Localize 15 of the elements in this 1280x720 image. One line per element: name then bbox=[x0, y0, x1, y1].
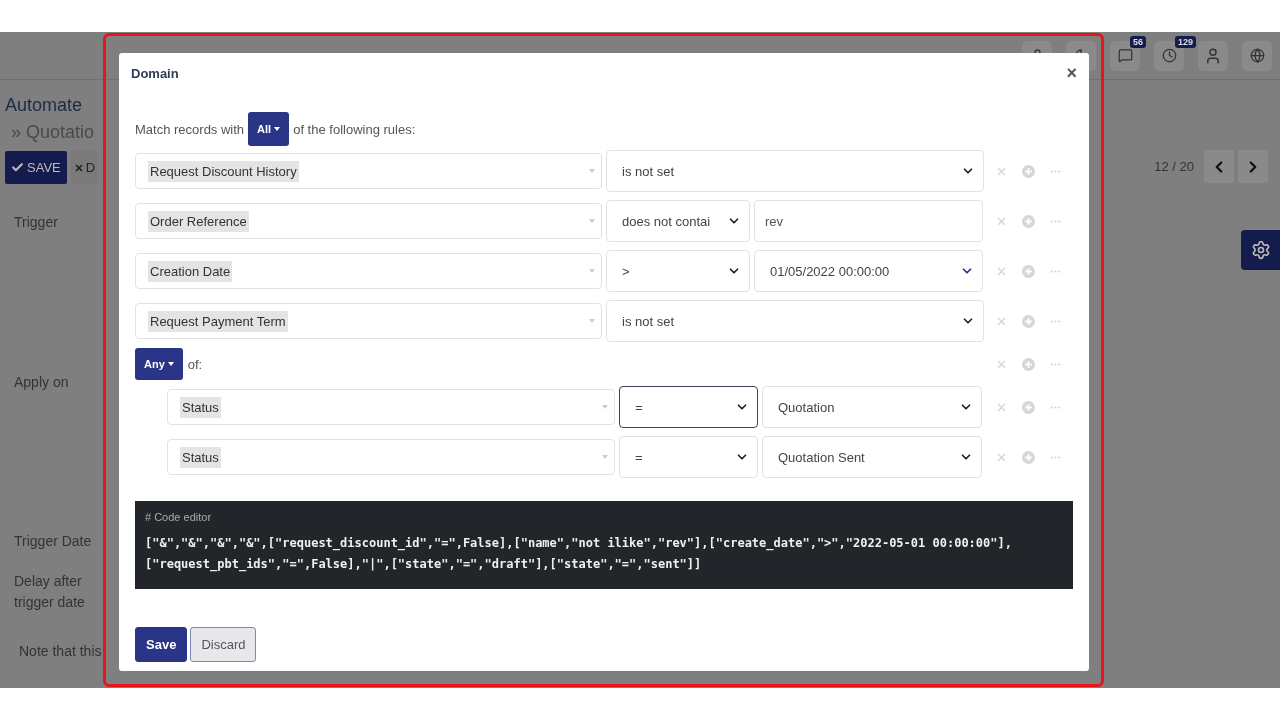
match-label: of the following rules: bbox=[293, 121, 416, 137]
page-title: Automate bbox=[5, 95, 84, 116]
field-label: Trigger Date bbox=[13, 532, 93, 551]
domain-code: ["&","&","&","&",["request_discount_id","=",False],["name","not ilike","rev"],["create_date",">","2022-05-01 00:00:00"], ["request_pbt_ids","=",False],"|",["state","=","draft"],["state","=","sent"]] bbox=[145, 535, 1013, 574]
count-badge: 129 bbox=[1174, 35, 1196, 48]
count-badge: 56 bbox=[1130, 35, 1146, 48]
code-editor-label: # Code editor bbox=[145, 511, 213, 523]
field-label: Note that this bbox=[18, 642, 103, 661]
field-label: Delay after trigger date bbox=[13, 572, 86, 612]
field-label: Trigger bbox=[13, 213, 59, 232]
match-label: Match records with bbox=[135, 121, 245, 137]
group-label: of: bbox=[187, 356, 203, 372]
dialog-title: Domain bbox=[131, 65, 179, 81]
field-label: Apply on bbox=[13, 373, 70, 392]
pager-counter: 12 / 20 bbox=[1154, 159, 1194, 174]
